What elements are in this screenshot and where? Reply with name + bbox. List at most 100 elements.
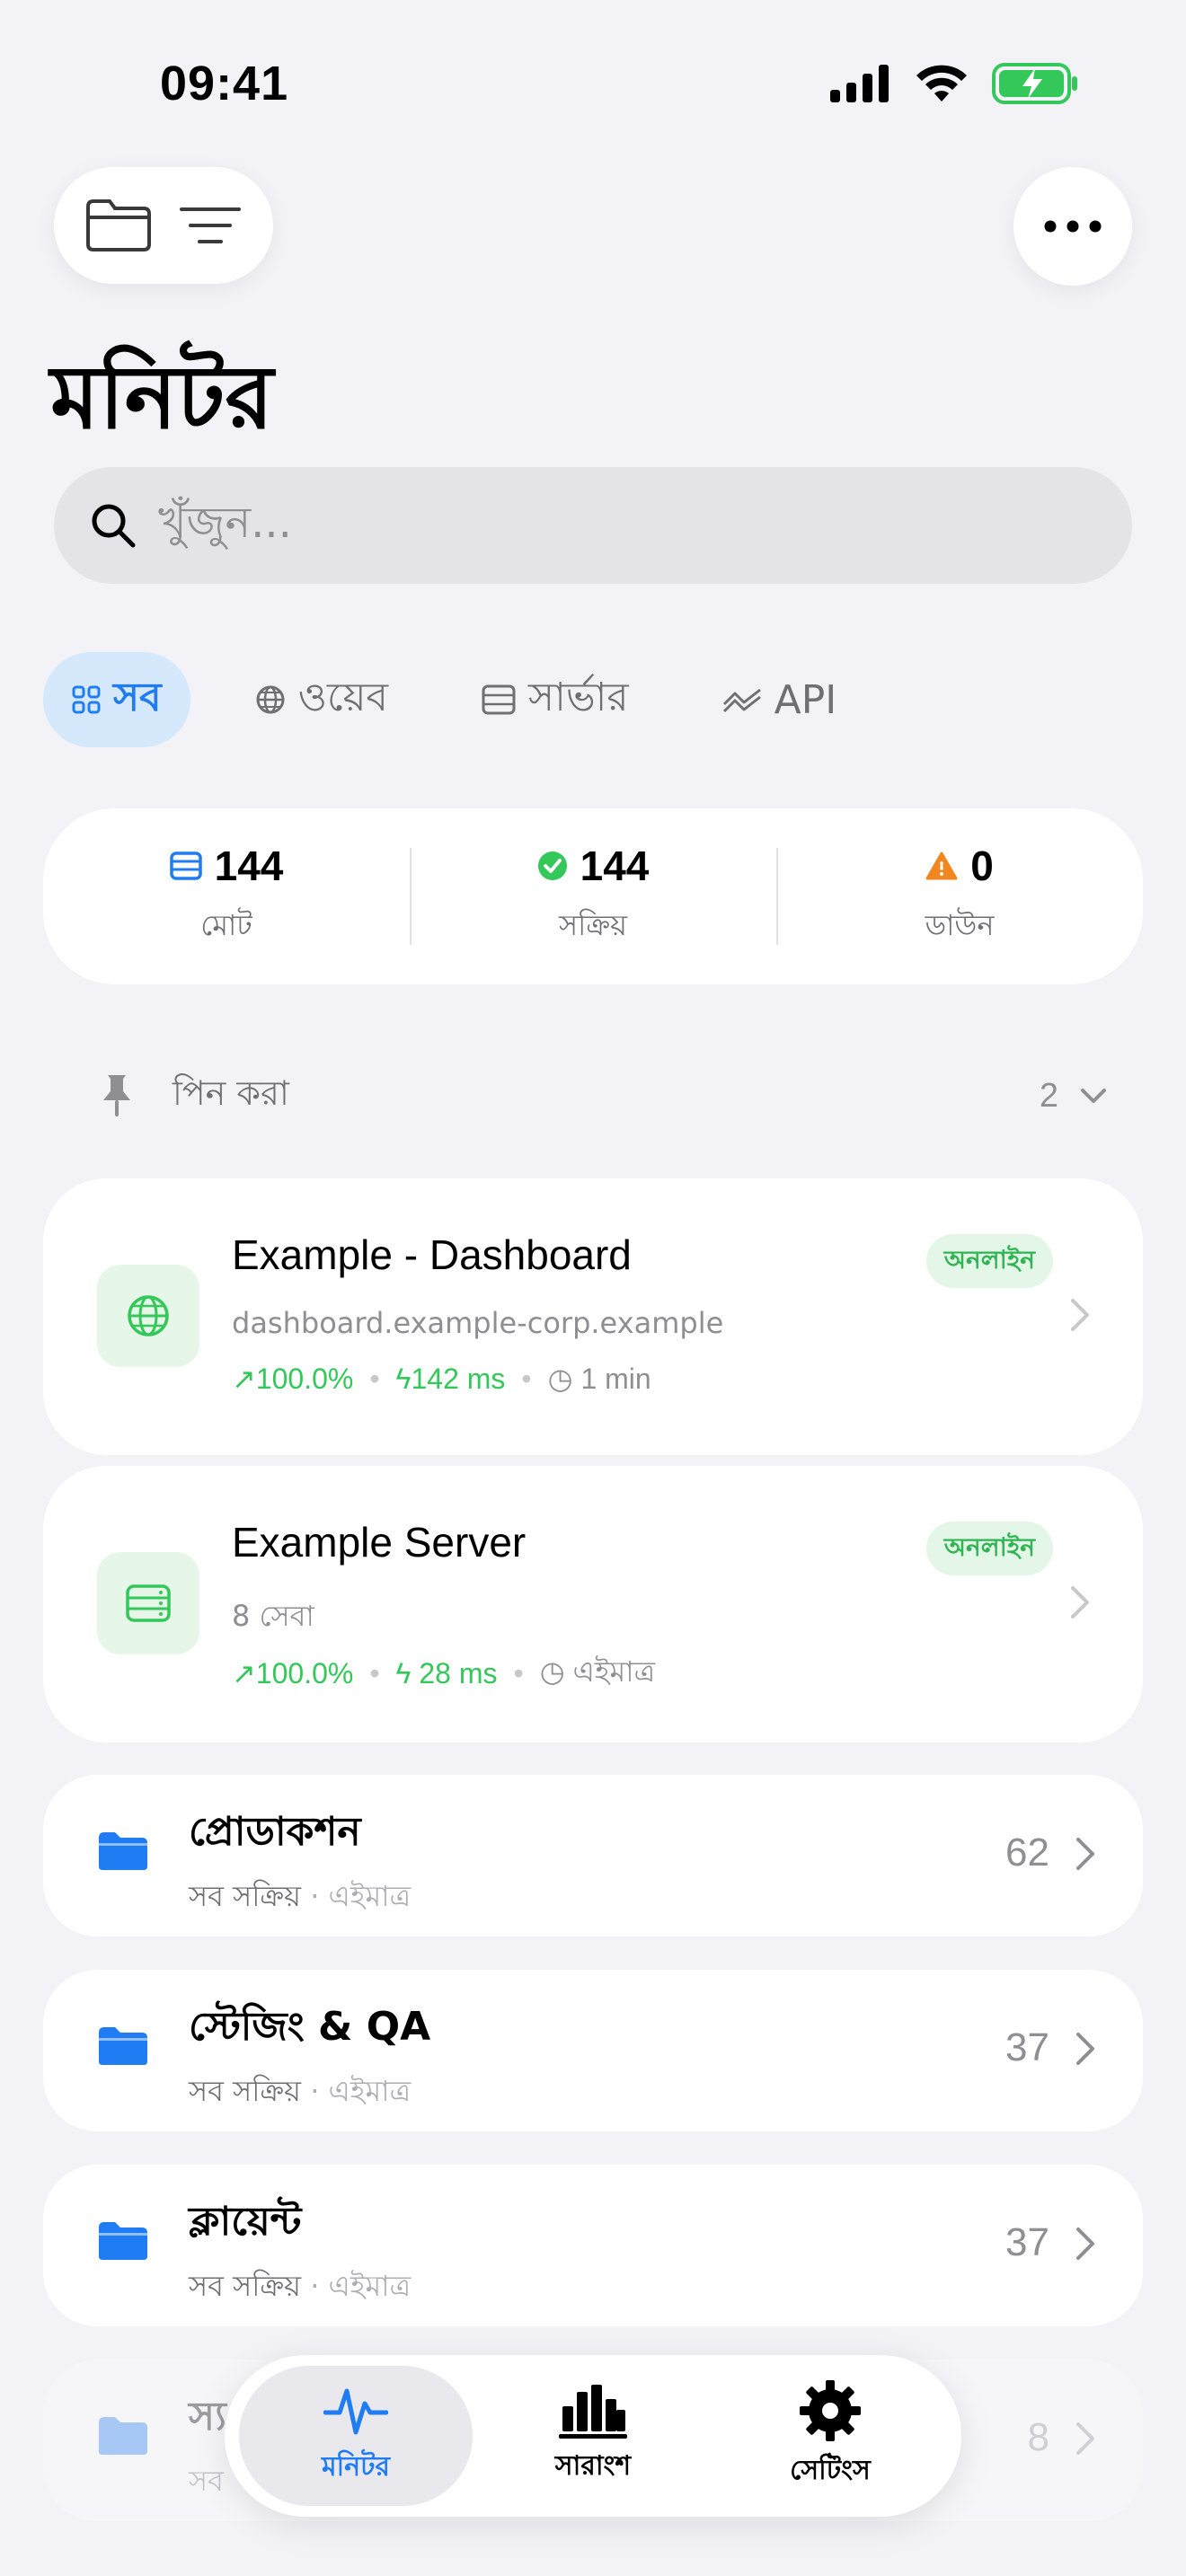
tab-server[interactable]: সার্ভার <box>453 652 658 747</box>
folder-updated: এইমাত্র <box>328 1879 412 1913</box>
folder-status: সব সক্রিয় <box>189 2269 302 2303</box>
chevron-right-icon <box>1076 1838 1094 1870</box>
latency-value: 28 ms <box>419 1656 498 1689</box>
folder-count: 37 <box>1005 2220 1049 2264</box>
page-title: মনিটর <box>50 347 274 449</box>
chevron-right-icon <box>1076 2033 1094 2065</box>
last-check-stat: ◷ এইমাত্র <box>540 1649 655 1698</box>
pin-icon <box>103 1075 130 1116</box>
tab-label: মনিটর <box>322 2450 390 2483</box>
pinned-section-header[interactable]: পিন করা 2 <box>101 1069 1107 1123</box>
tab-web[interactable]: ওয়েব <box>226 652 417 747</box>
chevron-right-icon <box>1076 2422 1094 2455</box>
status-icons <box>830 63 1078 104</box>
gear-icon <box>800 2379 861 2441</box>
last-check-stat: ◷ 1 min <box>548 1362 651 1396</box>
folder-count: 37 <box>1005 2025 1049 2069</box>
status-badge: অনলাইন <box>925 1234 1053 1288</box>
search-field[interactable]: খুঁজুন... <box>54 467 1132 584</box>
pulse-icon <box>323 2388 388 2434</box>
folder-row[interactable]: প্রোডাকশন সব সক্রিয় · এইমাত্র 62 <box>43 1775 1143 1936</box>
pinned-count-value: 2 <box>1039 1076 1058 1115</box>
folder-title: স্টেজিং & QA <box>189 2004 431 2050</box>
tab-monitor[interactable]: মনিটর <box>239 2366 473 2506</box>
toolbar-pill <box>54 167 273 284</box>
separator-dot: · <box>301 2074 329 2108</box>
separator-dot: · <box>301 1879 329 1913</box>
chevron-right-icon <box>1076 2228 1094 2260</box>
folder-subtitle: সব সক্রিয় · এইমাত্র <box>189 1874 411 1922</box>
folder-row[interactable]: স্টেজিং & QA সব সক্রিয় · এইমাত্র 37 <box>43 1970 1143 2131</box>
tab-summary[interactable]: সারাংশ <box>476 2366 710 2506</box>
uptime-value: 100.0% <box>255 1657 354 1689</box>
stat-down-label: ডাউন <box>925 908 995 942</box>
tab-api[interactable]: API <box>694 652 866 747</box>
folder-subtitle: সব সক্রিয় · এইমাত্র <box>189 2263 411 2312</box>
folder-title: স্য <box>189 2394 226 2439</box>
globe-icon <box>128 1295 169 1337</box>
grid-icon <box>72 685 101 714</box>
monitor-stats: ↗100.0% • ϟ 28 ms • ◷ এইমাত্র <box>232 1649 655 1698</box>
monitor-stats: ↗100.0% • ϟ142 ms • ◷ 1 min <box>232 1362 651 1396</box>
uptime-stat: ↗100.0% <box>232 1657 354 1689</box>
bolt-icon: ϟ <box>395 1656 412 1689</box>
last-check-value: এইমাত্র <box>572 1655 656 1688</box>
stat-total-value: 144 <box>214 842 284 889</box>
status-badge: অনলাইন <box>925 1522 1053 1575</box>
folder-subtitle: সব <box>189 2458 224 2507</box>
tab-all[interactable]: সব <box>43 652 190 747</box>
bolt-icon: ϟ <box>395 1362 412 1395</box>
monitor-icon-box <box>97 1552 199 1654</box>
folder-icon[interactable] <box>84 198 153 253</box>
clock-icon: ◷ <box>547 1363 573 1395</box>
monitor-card[interactable]: Example - Dashboard dashboard.example-co… <box>43 1178 1143 1455</box>
folder-icon <box>99 2417 147 2455</box>
cellular-signal-icon <box>830 65 889 102</box>
uptime-value: 100.0% <box>255 1363 354 1395</box>
latency-stat: ϟ 28 ms <box>396 1657 498 1690</box>
monitor-title: Example Server <box>232 1519 527 1566</box>
folder-title: ক্লায়েন্ট <box>189 2199 302 2245</box>
api-icon <box>722 688 761 713</box>
chevron-right-icon <box>1071 1586 1089 1619</box>
folder-icon <box>99 1832 147 1870</box>
monitor-card[interactable]: Example Server 8 সেবা ↗100.0% • ϟ 28 ms … <box>43 1466 1143 1742</box>
filter-icon[interactable] <box>178 204 243 247</box>
more-options-button[interactable] <box>1013 167 1132 286</box>
stat-active[interactable]: 144 সক্রিয় <box>410 808 776 984</box>
stat-active-value: 144 <box>580 842 650 889</box>
bar-chart-icon <box>559 2384 627 2439</box>
stat-active-label: সক্রিয় <box>559 908 627 942</box>
check-circle-icon <box>537 851 567 880</box>
server-icon <box>482 684 516 715</box>
folder-row[interactable]: ক্লায়েন্ট সব সক্রিয় · এইমাত্র 37 <box>43 2165 1143 2326</box>
stat-down[interactable]: 0 ডাউন <box>776 808 1143 984</box>
folder-subtitle: সব সক্রিয় · এইমাত্র <box>189 2069 411 2117</box>
tab-bar: মনিটর সারাংশ সেটিংস <box>225 2355 961 2517</box>
tab-label: সেটিংস <box>790 2454 871 2486</box>
tab-label: সব <box>113 674 162 720</box>
folder-updated: এইমাত্র <box>328 2074 412 2108</box>
pinned-label: পিন করা <box>173 1073 289 1113</box>
ellipsis-icon <box>1044 220 1102 233</box>
monitor-subtitle: dashboard.example-corp.example <box>232 1306 724 1340</box>
tab-label: সারাংশ <box>554 2449 632 2482</box>
status-time: 09:41 <box>160 57 289 110</box>
clock-icon: ◷ <box>539 1655 565 1688</box>
server-icon <box>169 851 202 880</box>
uptime-stat: ↗100.0% <box>232 1363 354 1395</box>
search-placeholder: খুঁজুন... <box>158 497 292 548</box>
search-icon <box>92 504 136 548</box>
pinned-count: 2 <box>1040 1077 1107 1116</box>
folder-status: সব <box>189 2464 224 2498</box>
tab-settings[interactable]: সেটিংস <box>713 2366 947 2506</box>
latency-stat: ϟ142 ms <box>396 1363 506 1396</box>
tab-label: ওয়েব <box>297 674 389 720</box>
chevron-down-icon <box>1081 1089 1106 1103</box>
stat-total[interactable]: 144 মোট <box>43 808 410 984</box>
folder-count: 62 <box>1005 1831 1049 1875</box>
folder-status: সব সক্রিয় <box>189 1879 302 1913</box>
chevron-right-icon <box>1071 1299 1089 1331</box>
separator-dot: • <box>369 1362 380 1395</box>
monitor-title: Example - Dashboard <box>232 1231 632 1278</box>
